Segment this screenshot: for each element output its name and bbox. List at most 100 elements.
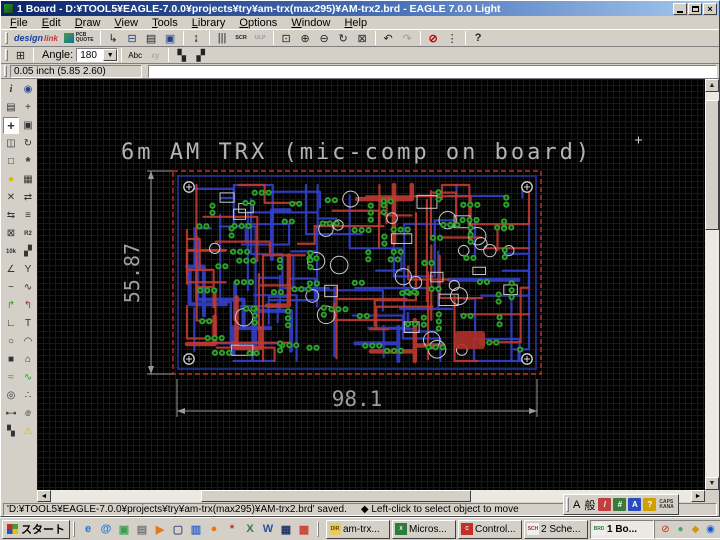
- attribute-tool[interactable]: @: [20, 405, 36, 422]
- security-shield-icon[interactable]: ◆: [689, 523, 702, 536]
- volume-muted-icon[interactable]: ⊘: [659, 523, 672, 536]
- undo-icon[interactable]: ↶: [379, 31, 398, 46]
- circle-tool[interactable]: ○: [3, 333, 19, 350]
- info-tool[interactable]: i: [3, 81, 19, 98]
- show-tool[interactable]: ◉: [20, 81, 36, 98]
- ime-help-icon[interactable]: ?: [643, 498, 657, 511]
- arc-tool[interactable]: ◠: [20, 333, 36, 350]
- taskbar-grip[interactable]: [73, 521, 75, 537]
- menu-window[interactable]: Window: [284, 17, 337, 29]
- viewer-icon[interactable]: ▤: [134, 521, 150, 537]
- toolbar-grip[interactable]: [5, 31, 8, 45]
- traffic-light-icon[interactable]: ⋮: [443, 31, 462, 46]
- zoom-redraw-icon[interactable]: ↻: [334, 31, 353, 46]
- ime-pad-icon[interactable]: #: [613, 498, 627, 511]
- scroll-up-icon[interactable]: ▲: [705, 79, 719, 92]
- designlink-logo-button[interactable]: design link: [11, 31, 61, 46]
- via-tool[interactable]: ≈: [3, 369, 19, 386]
- pattern2-button[interactable]: ▞: [191, 48, 210, 63]
- media-player-icon[interactable]: ▶: [152, 521, 168, 537]
- dimension-tool[interactable]: ⇤⇥: [3, 405, 19, 422]
- board-canvas[interactable]: 6m AM TRX (mic-comp on board) 55.87 98.1: [36, 79, 705, 490]
- smash-tool[interactable]: ▞: [20, 243, 36, 260]
- scroll-left-icon[interactable]: ◄: [37, 490, 51, 502]
- scroll-down-icon[interactable]: ▼: [705, 477, 719, 490]
- toolbar-grip2[interactable]: [5, 48, 8, 62]
- menu-help[interactable]: Help: [337, 17, 374, 29]
- taskbar-grip2[interactable]: [317, 521, 319, 537]
- close-button[interactable]: ×: [703, 2, 717, 15]
- stop-icon[interactable]: ⊘: [424, 31, 443, 46]
- group-tool[interactable]: □: [3, 153, 19, 170]
- polygon-tool[interactable]: ⌂: [20, 351, 36, 368]
- rotate-tool[interactable]: ↻: [20, 135, 36, 152]
- mirror-tool[interactable]: ◫: [3, 135, 19, 152]
- ratsnest-tool[interactable]: ∴: [20, 387, 36, 404]
- ime-conversion-mode[interactable]: 般: [582, 497, 597, 513]
- ripup-tool[interactable]: ↰: [20, 297, 36, 314]
- menu-edit[interactable]: Edit: [35, 17, 68, 29]
- text-tool[interactable]: T: [20, 315, 36, 332]
- firefox-icon[interactable]: ●: [206, 521, 222, 537]
- menu-tools[interactable]: Tools: [145, 17, 185, 29]
- save-icon[interactable]: ⊟: [123, 31, 142, 46]
- delete-tool[interactable]: ✕: [3, 189, 19, 206]
- zoom-in-icon[interactable]: ⊕: [296, 31, 315, 46]
- command-input[interactable]: [148, 64, 717, 78]
- show-desktop-icon[interactable]: ▢: [170, 521, 186, 537]
- paste-tool[interactable]: ▦: [20, 171, 36, 188]
- messenger-icon[interactable]: ◉: [704, 523, 717, 536]
- menu-library[interactable]: Library: [185, 17, 233, 29]
- print-icon[interactable]: ▤: [142, 31, 161, 46]
- mark-tool[interactable]: +: [20, 99, 36, 116]
- menu-draw[interactable]: Draw: [68, 17, 108, 29]
- ime-brush-icon[interactable]: /: [598, 498, 612, 511]
- vertical-scroll-thumb[interactable]: [705, 100, 719, 230]
- scroll-right-icon[interactable]: ►: [691, 490, 705, 502]
- mirror-text-button[interactable]: Abc: [125, 48, 145, 62]
- notes-icon[interactable]: ▦: [278, 521, 294, 537]
- excel-icon[interactable]: X: [242, 521, 258, 537]
- task-board[interactable]: BRD 1 Bo...: [590, 519, 654, 539]
- redo-icon[interactable]: ↷: [398, 31, 417, 46]
- run-ulp-icon[interactable]: ULP: [251, 31, 270, 46]
- task-schematic[interactable]: SCH 2 Sche...: [524, 519, 588, 539]
- display-tool[interactable]: ▤: [3, 99, 19, 116]
- menu-view[interactable]: View: [107, 17, 145, 29]
- pcb-quote-button[interactable]: PCB QUOTE: [61, 31, 97, 46]
- grid-button[interactable]: ⊞: [11, 48, 30, 63]
- miter-tool[interactable]: ∠: [3, 261, 19, 278]
- copy-tool[interactable]: ▣: [20, 117, 36, 134]
- gateswap-tool[interactable]: ⇆: [3, 207, 19, 224]
- start-button[interactable]: スタート: [2, 519, 70, 539]
- updates-icon[interactable]: ●: [674, 523, 687, 536]
- pinswap-tool[interactable]: ⇄: [20, 189, 36, 206]
- hole-tool[interactable]: ◎: [3, 387, 19, 404]
- my-computer-icon[interactable]: ▥: [188, 521, 204, 537]
- picture-icon[interactable]: ▩: [296, 521, 312, 537]
- change-tool[interactable]: *: [20, 153, 36, 170]
- route-tool[interactable]: ↱: [3, 297, 19, 314]
- meander-tool[interactable]: ∿: [20, 279, 36, 296]
- spin-text-button[interactable]: xy: [145, 48, 165, 62]
- chevron-down-icon[interactable]: ▼: [103, 49, 118, 61]
- zoom-out-icon[interactable]: ⊖: [315, 31, 334, 46]
- name-tool[interactable]: R2: [20, 225, 36, 242]
- task-excel[interactable]: X Micros...: [392, 519, 456, 539]
- pattern1-button[interactable]: ▚: [172, 48, 191, 63]
- imaging-icon[interactable]: ▣: [116, 521, 132, 537]
- errors-tool[interactable]: ⚠: [20, 423, 36, 440]
- layer-settings-icon[interactable]: |||: [213, 31, 232, 46]
- mail-icon[interactable]: @: [98, 521, 114, 537]
- drc-tool[interactable]: ▚: [3, 423, 19, 440]
- task-control[interactable]: C Control...: [458, 519, 522, 539]
- ime-dictionary-icon[interactable]: A: [628, 498, 642, 511]
- ime-input-mode[interactable]: A: [571, 499, 582, 511]
- ie-icon[interactable]: e: [80, 521, 96, 537]
- ime-grip[interactable]: [566, 497, 569, 512]
- help-icon[interactable]: ?: [469, 31, 488, 46]
- angle-select[interactable]: 180 ▼: [76, 48, 119, 62]
- zoom-select-icon[interactable]: ⊠: [353, 31, 372, 46]
- move-tool[interactable]: +: [3, 117, 19, 134]
- word-icon[interactable]: W: [260, 521, 276, 537]
